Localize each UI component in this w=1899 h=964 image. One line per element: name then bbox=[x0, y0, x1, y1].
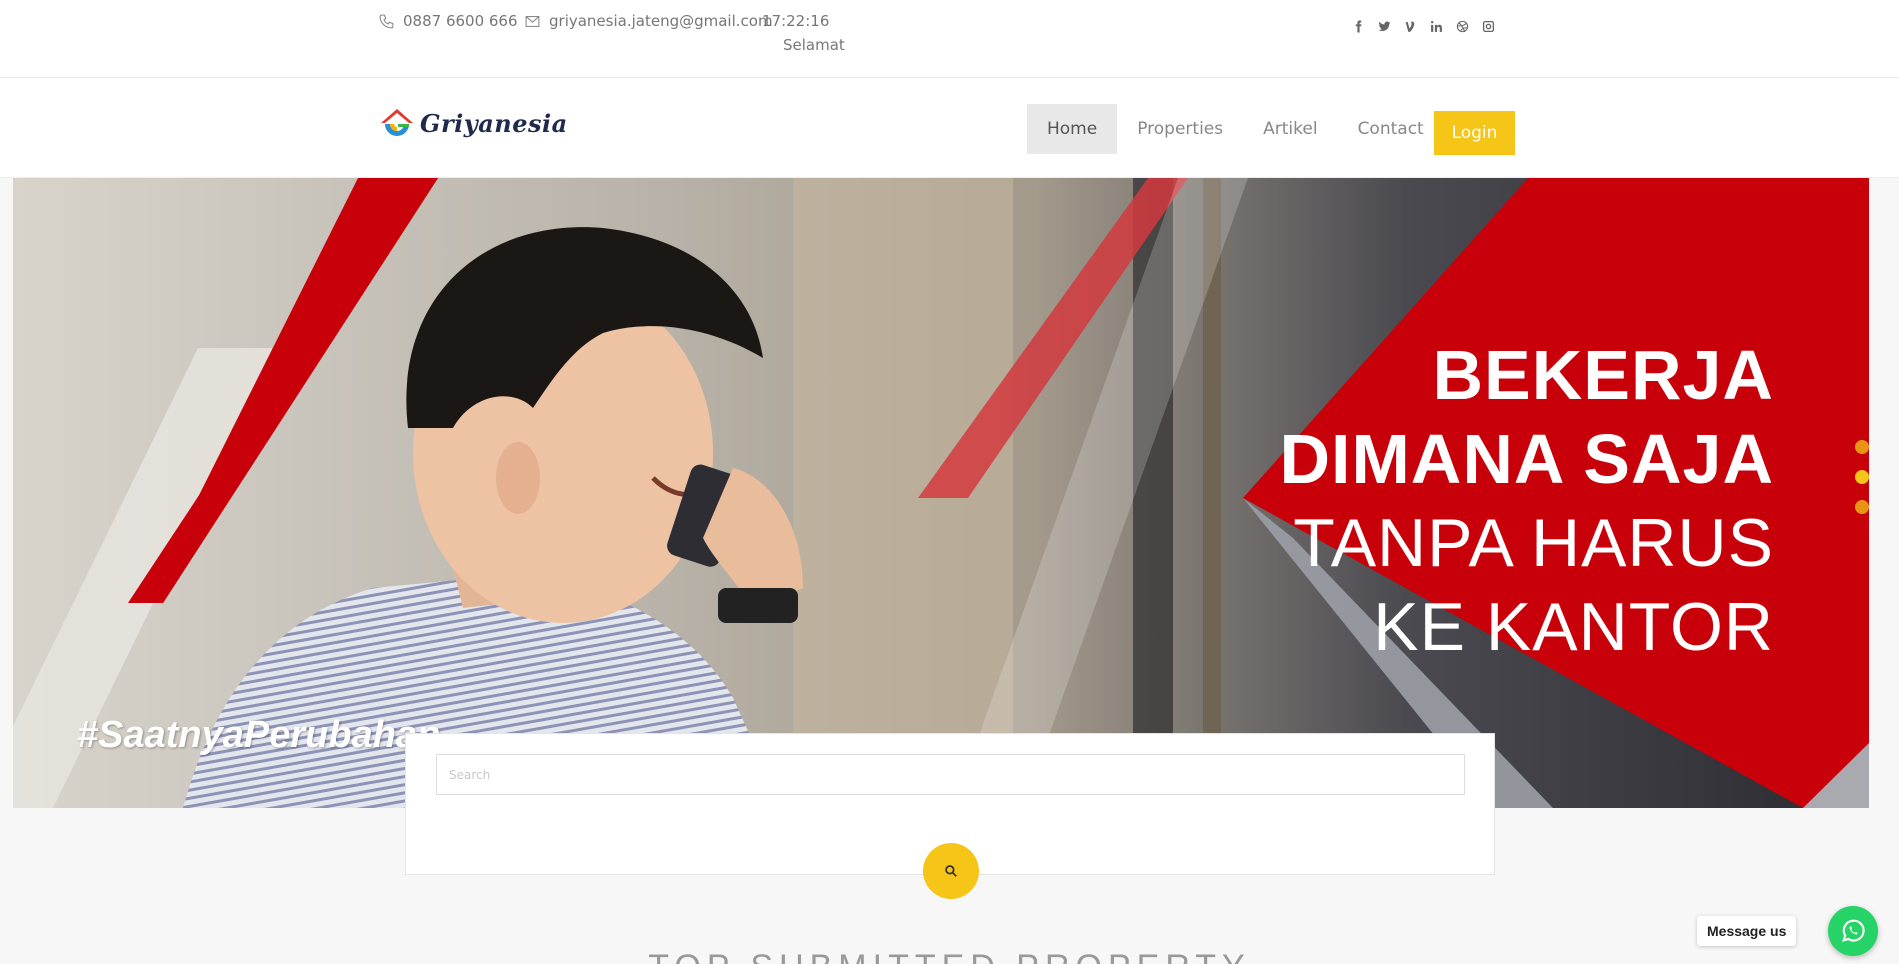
time-text: 17:22:16 bbox=[762, 12, 830, 30]
envelope-icon bbox=[525, 15, 540, 27]
hero-line-3: TANPA HARUS bbox=[1293, 505, 1774, 581]
site-header: Griyanesia Home Properties Artikel Conta… bbox=[0, 78, 1899, 178]
email-address: griyanesia.jateng@gmail.com bbox=[549, 12, 773, 30]
whatsapp-message-label[interactable]: Message us bbox=[1697, 916, 1797, 946]
search-icon bbox=[945, 865, 957, 877]
whatsapp-button[interactable] bbox=[1828, 906, 1878, 956]
dribbble-icon[interactable] bbox=[1454, 18, 1470, 34]
instagram-icon[interactable] bbox=[1480, 18, 1496, 34]
nav-artikel[interactable]: Artikel bbox=[1243, 104, 1337, 154]
twitter-icon[interactable] bbox=[1376, 18, 1392, 34]
greeting-text: Selamat bbox=[783, 36, 845, 54]
phone-number: 0887 6600 666 bbox=[403, 12, 518, 30]
search-button[interactable] bbox=[923, 843, 979, 899]
hero-line-1: BEKERJA bbox=[1432, 336, 1774, 414]
hero-hashtag: #SaatnyaPerubahan bbox=[77, 714, 441, 756]
nav-contact[interactable]: Contact bbox=[1338, 104, 1444, 154]
main-nav: Home Properties Artikel Contact bbox=[1027, 104, 1444, 154]
hero-line-2: DIMANA SAJA bbox=[1279, 420, 1774, 498]
nav-home[interactable]: Home bbox=[1027, 104, 1118, 154]
logo-house-icon bbox=[381, 109, 413, 136]
search-input[interactable] bbox=[436, 754, 1465, 795]
whatsapp-icon bbox=[1842, 919, 1865, 942]
email-contact[interactable]: griyanesia.jateng@gmail.com bbox=[524, 12, 773, 30]
slider-dots bbox=[1855, 440, 1869, 514]
search-panel bbox=[405, 733, 1495, 899]
clock-time: 17:22:16 bbox=[762, 12, 829, 30]
slider-dot-1[interactable] bbox=[1855, 440, 1869, 454]
slider-dot-2[interactable] bbox=[1855, 470, 1869, 484]
top-bar: 0887 6600 666 griyanesia.jateng@gmail.co… bbox=[0, 0, 1899, 78]
hero-headline: BEKERJA DIMANA SAJA TANPA HARUS KE KANTO… bbox=[1279, 333, 1774, 669]
slider-dot-3[interactable] bbox=[1855, 500, 1869, 514]
vine-icon[interactable] bbox=[1402, 18, 1418, 34]
site-logo[interactable]: Griyanesia bbox=[378, 105, 568, 141]
phone-contact[interactable]: 0887 6600 666 bbox=[378, 12, 518, 30]
login-button[interactable]: Login bbox=[1434, 111, 1515, 155]
facebook-icon[interactable] bbox=[1350, 18, 1366, 34]
logo-text: Griyanesia bbox=[420, 108, 568, 138]
phone-icon bbox=[379, 14, 394, 28]
hero-slider: BEKERJA DIMANA SAJA TANPA HARUS KE KANTO… bbox=[13, 178, 1869, 808]
social-links bbox=[1350, 18, 1496, 34]
hero-line-4: KE KANTOR bbox=[1373, 589, 1774, 665]
nav-properties[interactable]: Properties bbox=[1117, 104, 1243, 154]
section-title: TOP SUBMITTED PROPERTY bbox=[0, 948, 1899, 964]
linkedin-icon[interactable] bbox=[1428, 18, 1444, 34]
